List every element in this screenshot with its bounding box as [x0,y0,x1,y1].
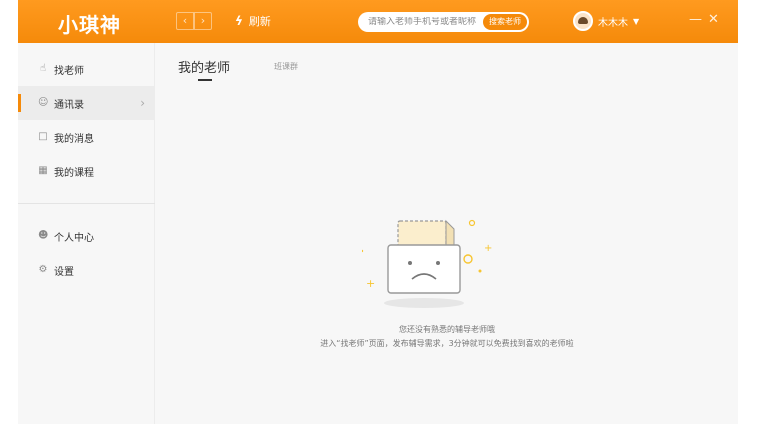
back-button[interactable]: ‹ [176,12,194,30]
sidebar-item-settings[interactable]: ⚙ 设置 [18,253,155,287]
course-icon: ▦ [38,165,48,176]
sidebar-item-courses[interactable]: ▦ 我的课程 [18,154,155,188]
sidebar-item-profile[interactable]: ☻ 个人中心 [18,219,155,253]
contacts-icon: ☺ [38,97,49,108]
avatar [573,11,593,31]
empty-state-description: 进入“找老师”页面，发布辅导需求，3分钟就可以免费找到喜欢的老师啦 [320,339,574,348]
search-input[interactable] [358,17,482,27]
refresh-label: 刷新 [248,15,271,28]
search-teacher-button[interactable]: 搜索老师 [483,14,527,30]
svg-text:+: + [366,277,375,290]
user-icon: ☻ [38,230,49,241]
close-button[interactable]: ✕ [708,13,719,27]
sidebar-item-label: 我的消息 [54,133,94,145]
sidebar-item-find-teacher[interactable]: ☝ 找老师 [18,52,155,86]
refresh-icon: ϟ [235,14,243,28]
tab-class-groups[interactable]: 班课群 [274,61,298,72]
app-window: 小琪神 ‹ › ϟ 刷新 搜索老师 木木木 ▼ — ✕ ☝ 找老师 [18,0,738,424]
sidebar-item-label: 通讯录 [54,99,84,111]
chevron-right-icon: › [200,14,206,27]
empty-folder-illustration: + + [362,219,492,308]
hand-icon: ☝ [39,63,47,74]
main-content: 我的老师 班课群 + + 您还没有熟悉的辅导老师哦 进入“找老师”页面，发布辅导… [156,43,738,424]
active-tab-indicator [198,79,212,81]
refresh-button[interactable]: ϟ 刷新 [235,13,271,29]
empty-state-title: 您还没有熟悉的辅导老师哦 [399,325,495,334]
sidebar-item-label: 我的课程 [54,167,94,179]
sidebar-item-messages[interactable]: □ 我的消息 [18,120,155,154]
sidebar-item-label: 个人中心 [54,232,94,244]
user-menu[interactable]: 木木木 ▼ [573,11,639,31]
app-logo: 小琪神 [58,13,121,37]
minimize-button[interactable]: — [689,13,702,27]
user-name: 木木木 [598,17,628,29]
search-bar: 搜索老师 [358,12,529,32]
title-bar: 小琪神 ‹ › ϟ 刷新 搜索老师 木木木 ▼ — ✕ [18,0,738,43]
sidebar-item-label: 设置 [54,266,74,278]
chevron-right-icon: › [140,96,145,110]
gear-icon: ⚙ [38,264,48,275]
sidebar-item-contacts[interactable]: ☺ 通讯录 › [18,86,155,120]
message-icon: □ [38,131,48,142]
close-icon: ✕ [708,12,719,27]
sidebar-divider [18,203,155,204]
chevron-left-icon: ‹ [182,14,188,27]
minimize-icon: — [689,12,702,27]
tab-my-teachers[interactable]: 我的老师 [178,57,230,76]
svg-text:+: + [484,243,492,254]
forward-button[interactable]: › [194,12,212,30]
sidebar: ☝ 找老师 ☺ 通讯录 › □ 我的消息 ▦ 我的课程 ☻ 个人中心 ⚙ 设置 [18,43,155,424]
sidebar-item-label: 找老师 [54,65,84,77]
caret-down-icon: ▼ [633,16,640,26]
